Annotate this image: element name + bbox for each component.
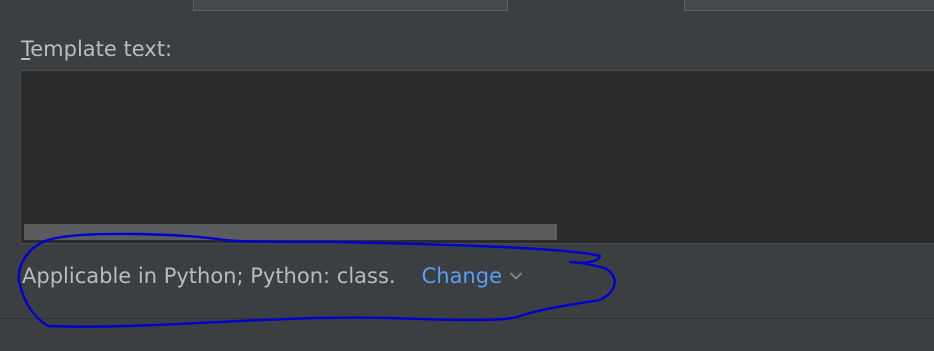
template-text-label-mnemonic: T [21,37,31,61]
applicable-context-row: Applicable in Python; Python: class. Cha… [22,261,522,291]
template-text-editor[interactable] [20,70,934,244]
applicable-context-text: Applicable in Python; Python: class. [22,264,396,288]
bottom-separator [0,318,934,319]
chevron-down-icon [510,272,522,280]
editor-horizontal-scrollbar[interactable] [24,224,557,240]
top-left-field[interactable] [193,0,508,11]
change-context-link[interactable]: Change [422,264,522,288]
top-right-field[interactable] [684,0,934,11]
change-context-link-label: Change [421,264,502,288]
template-text-label-rest: emplate text: [30,37,173,61]
template-text-label: Template text: [21,35,172,63]
